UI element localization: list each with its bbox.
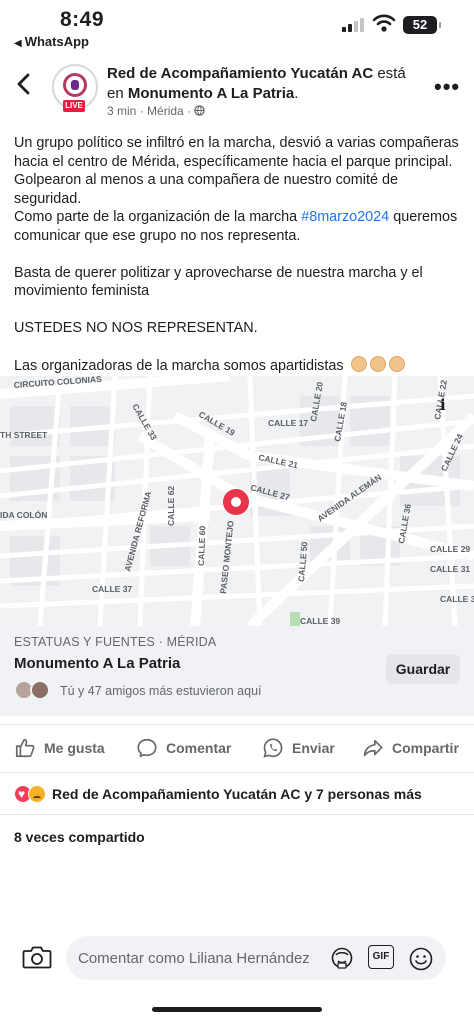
more-dots-icon: ••• (434, 74, 461, 99)
author-name-link[interactable]: Red de Acompañamiento Yucatán AC (107, 65, 373, 82)
camera-icon[interactable] (22, 944, 52, 970)
whatsapp-icon (263, 738, 283, 758)
post-paragraph-2-start: Como parte de la organización de la marc… (14, 209, 302, 225)
more-options-button[interactable]: ••• (434, 74, 460, 100)
reactions-text: Red de Acompañamiento Yucatán AC y 7 per… (52, 786, 422, 802)
raised-fist-emoji-icon (369, 356, 386, 372)
divider (0, 814, 474, 815)
globe-icon (194, 105, 206, 116)
raised-fist-emoji-icon (350, 356, 367, 372)
post-paragraph-5: Las organizadoras de la marcha somos apa… (14, 356, 464, 376)
save-place-button[interactable]: Guardar (386, 654, 460, 684)
post-paragraph-4: USTEDES NO NOS REPRESENTAN. (14, 320, 258, 336)
emoji-smile-icon[interactable] (408, 946, 434, 972)
post-place-meta: Mérida (147, 104, 184, 118)
like-label: Me gusta (44, 740, 105, 756)
post-author-line: Red de Acompañamiento Yucatán AC está en… (107, 64, 425, 104)
place-card[interactable]: ESTATUAS Y FUENTES · MÉRIDA Monumento A … (0, 626, 474, 716)
map-label-calle-29: CALLE 29 (430, 544, 470, 554)
avatar-sticker-icon[interactable] (330, 946, 354, 970)
status-time: 8:49 (60, 8, 105, 31)
map-info-icon[interactable]: i (440, 396, 446, 414)
post-paragraph-2: Como parte de la organización de la marc… (14, 208, 464, 245)
back-button[interactable] (14, 72, 38, 98)
chevron-left-icon (17, 73, 30, 95)
raised-fist-emoji-icon (388, 356, 405, 372)
map-label-calle-31: CALLE 31 (430, 564, 470, 574)
post-paragraph-3: Basta de querer politizar y aprovecharse… (14, 264, 423, 300)
meta-separator: · (139, 104, 148, 118)
hashtag-link[interactable]: #8marzo2024 (301, 209, 389, 225)
post-meta: 3 min · Mérida · (107, 104, 206, 118)
location-link[interactable]: Monumento A La Patria (128, 85, 294, 102)
sad-reaction-icon (28, 785, 46, 803)
thumbs-up-icon (15, 738, 35, 758)
comment-label: Comentar (166, 740, 232, 756)
comment-bubble-icon (137, 738, 157, 758)
map-label-calle-39: CALLE 39 (300, 616, 340, 626)
comment-button[interactable]: Comentar (136, 730, 231, 766)
gif-icon[interactable]: GIF (368, 945, 394, 969)
live-badge: LIVE (63, 100, 85, 112)
share-arrow-icon (363, 739, 383, 757)
send-whatsapp-button[interactable]: Enviar (262, 730, 335, 766)
like-button[interactable]: Me gusta (14, 730, 105, 766)
map-label-calle-37: CALLE 37 (92, 584, 132, 594)
map-label-calle-60: CALLE 60 (196, 525, 207, 566)
battery-indicator: 52 (403, 16, 441, 34)
map-label-th-street: TH STREET (0, 430, 48, 440)
post-actions: Me gusta Comentar Enviar Compartir (0, 730, 474, 768)
divider (0, 724, 474, 725)
post-body: Un grupo político se infiltró en la marc… (14, 134, 464, 376)
map-label-calle-35: CALLE 35 (440, 594, 474, 604)
post-paragraph-5-text: Las organizadoras de la marcha somos apa… (14, 358, 344, 374)
map-label-calle-17: CALLE 17 (268, 418, 308, 428)
comment-bar: GIF (0, 928, 474, 988)
place-category: ESTATUAS Y FUENTES · MÉRIDA (14, 635, 217, 649)
send-label: Enviar (292, 740, 335, 756)
location-pin-icon (223, 489, 249, 515)
status-bar: 8:49 ◀ WhatsApp 52 (0, 0, 474, 52)
share-label: Compartir (392, 740, 459, 756)
friends-visited-text: Tú y 47 amigos más estuvieron aquí (60, 684, 262, 698)
meta-separator-2: · (187, 104, 195, 118)
post-paragraph-1: Un grupo político se infiltró en la marc… (14, 135, 459, 207)
home-indicator[interactable] (152, 1007, 322, 1012)
cellular-signal-icon (342, 16, 366, 32)
back-triangle-icon: ◀ (14, 38, 22, 49)
divider (0, 772, 474, 773)
map-canvas: CIRCUITO COLONIAS TH STREET CALLE 33 CAL… (0, 376, 474, 626)
map-label-calle-62: CALLE 62 (166, 486, 176, 526)
location-end-text: . (294, 85, 299, 102)
reactions-summary[interactable]: Red de Acompañamiento Yucatán AC y 7 per… (14, 783, 422, 805)
friend-avatar (30, 680, 50, 700)
avatar-logo-mark (71, 80, 79, 90)
post-time: 3 min (107, 104, 137, 118)
place-name[interactable]: Monumento A La Patria (14, 655, 180, 672)
back-to-whatsapp-link[interactable]: ◀ WhatsApp (14, 34, 89, 49)
location-map[interactable]: CIRCUITO COLONIAS TH STREET CALLE 33 CAL… (0, 376, 474, 626)
share-button[interactable]: Compartir (362, 730, 459, 766)
share-count[interactable]: 8 veces compartido (14, 829, 145, 845)
map-label-ida-colon: IDA COLÓN (0, 509, 47, 520)
back-app-label: WhatsApp (24, 34, 89, 49)
wifi-icon (372, 14, 396, 32)
